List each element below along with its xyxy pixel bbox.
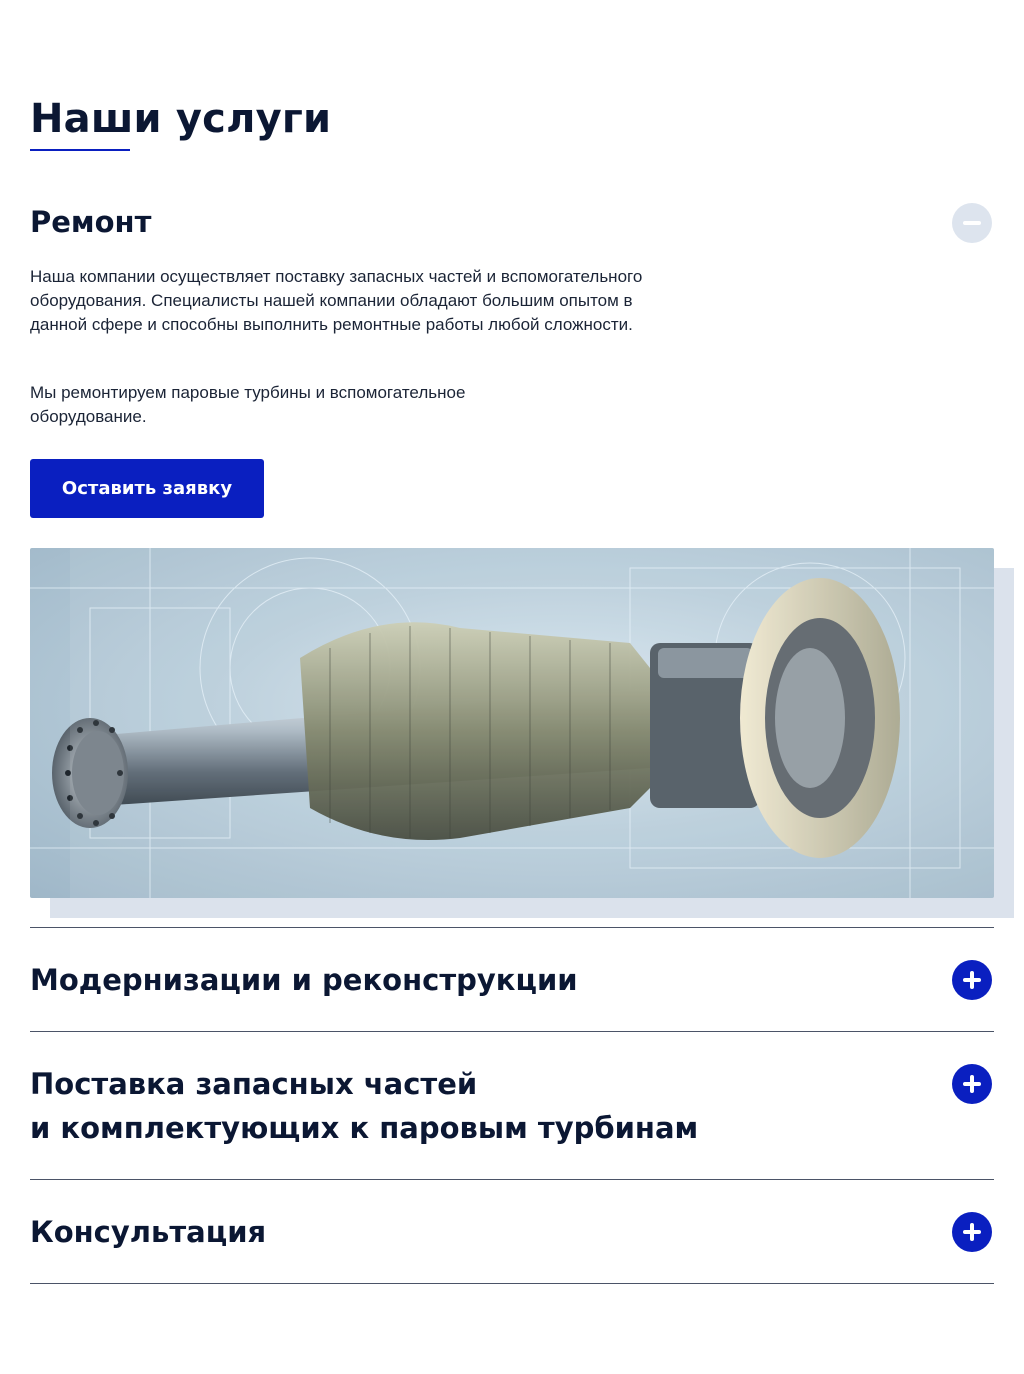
turbine-rotor-image (30, 548, 994, 898)
divider (30, 1031, 994, 1032)
repair-description: Наша компании осуществляет поставку запа… (30, 267, 643, 334)
expand-button-spare-parts[interactable] (952, 1064, 992, 1104)
repair-description-2: Мы ремонтируем паровые турбины и вспомог… (30, 383, 466, 426)
divider (30, 1179, 994, 1180)
section-title: Наши услуги (30, 96, 332, 142)
expand-button-modernization[interactable] (952, 960, 992, 1000)
accordion-title-repair[interactable]: Ремонт (30, 205, 151, 239)
accordion-title-spare-parts-line-2[interactable]: и комплектующих к паровым турбинам (30, 1106, 698, 1150)
minus-icon (963, 221, 981, 225)
turbine-illustration (30, 548, 994, 898)
accordion-title-consultation[interactable]: Консультация (30, 1210, 266, 1254)
title-underline (30, 149, 130, 151)
submit-request-button[interactable]: Оставить заявку (30, 459, 264, 518)
divider (30, 927, 994, 928)
divider (30, 1283, 994, 1284)
collapse-button[interactable] (952, 203, 992, 243)
accordion-title-spare-parts-line-1[interactable]: Поставка запасных частей (30, 1062, 477, 1106)
accordion-title-modernization[interactable]: Модернизации и реконструкции (30, 958, 578, 1002)
expand-button-consultation[interactable] (952, 1212, 992, 1252)
